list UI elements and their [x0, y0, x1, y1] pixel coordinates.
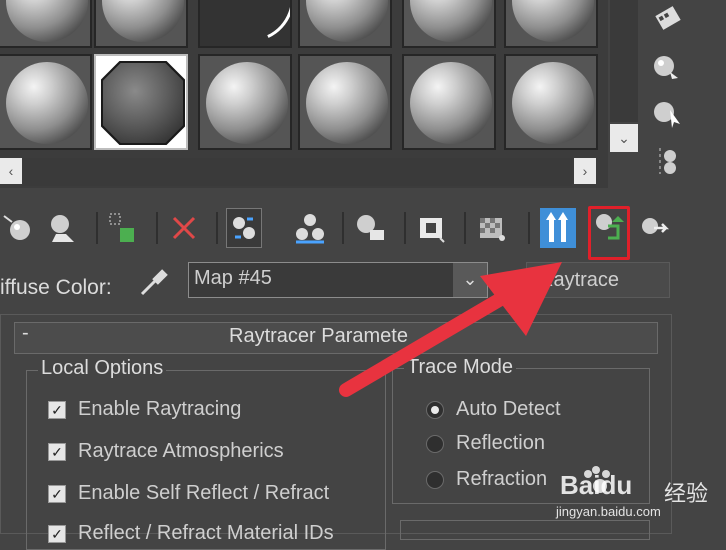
sample-sphere [512, 0, 594, 42]
show-end-result-icon[interactable] [540, 208, 576, 248]
self-reflect-label: Enable Self Reflect / Refract [78, 482, 330, 504]
toolbar-separator [342, 212, 344, 244]
toolbar-separator [156, 212, 158, 244]
refraction-label: Refraction [456, 468, 548, 490]
sample-sphere [410, 62, 492, 144]
next-group [400, 520, 650, 540]
sample-slot[interactable] [504, 0, 598, 48]
watermark-cn: 经验 [664, 481, 709, 506]
sample-sphere [206, 62, 288, 144]
sample-slot[interactable] [402, 0, 496, 48]
map-name-text: Map #45 [194, 267, 272, 289]
material-id-icon[interactable] [414, 208, 450, 248]
watermark-url: jingyan.baidu.com [556, 504, 661, 519]
toolbar-separator [404, 212, 406, 244]
assign-to-selection-icon[interactable] [104, 208, 140, 248]
sample-slot[interactable] [298, 54, 392, 150]
make-unique-icon[interactable] [226, 208, 262, 248]
active-sample-frame [101, 61, 185, 145]
background-icon[interactable] [650, 98, 684, 128]
sample-slot-active[interactable] [94, 54, 188, 150]
sample-slot[interactable] [298, 0, 392, 48]
sample-sphere [306, 0, 388, 42]
sample-sphere [512, 62, 594, 144]
scroll-down-icon[interactable]: ⌄ [610, 124, 638, 152]
show-in-viewport-icon[interactable] [474, 208, 510, 248]
sample-type-icon[interactable] [650, 4, 684, 34]
raytrace-atmospherics-label: Raytrace Atmospherics [78, 440, 284, 462]
enable-raytracing-checkbox[interactable]: ✓ [48, 401, 66, 419]
sample-sphere [102, 0, 184, 42]
sample-slot-reflect[interactable] [198, 0, 292, 48]
enable-raytracing-label: Enable Raytracing [78, 398, 242, 420]
get-material-icon[interactable] [0, 208, 36, 248]
sample-slot[interactable] [0, 0, 92, 48]
sample-slot[interactable] [402, 54, 496, 150]
raytrace-atmospherics-checkbox[interactable]: ✓ [48, 443, 66, 461]
collapse-icon[interactable]: - [22, 322, 29, 345]
sample-sphere [6, 0, 88, 42]
delete-icon[interactable] [166, 208, 202, 248]
sample-slot[interactable] [198, 54, 292, 150]
put-to-scene-icon[interactable] [44, 208, 80, 248]
reflect-sphere [200, 0, 290, 46]
eyedropper-icon[interactable] [138, 266, 172, 296]
sample-uv-icon[interactable] [650, 146, 684, 176]
material-ids-checkbox[interactable]: ✓ [48, 525, 66, 543]
backlight-icon[interactable] [650, 52, 684, 82]
sample-slot[interactable] [504, 54, 598, 150]
sample-sphere [6, 62, 88, 144]
reflection-radio[interactable] [426, 435, 444, 453]
reflection-label: Reflection [456, 432, 545, 454]
watermark-brand: Baidu [560, 470, 632, 501]
copy-material-icon[interactable] [292, 208, 328, 248]
put-to-library-icon[interactable] [352, 208, 388, 248]
toolbar-separator [216, 212, 218, 244]
scroll-right-icon[interactable]: › [574, 158, 596, 184]
watermark-brand-2: du [600, 470, 633, 500]
active-sample-sphere [103, 63, 183, 143]
sample-sphere [410, 0, 492, 42]
horizontal-scrollbar[interactable] [22, 158, 572, 186]
highlight-box [588, 206, 630, 260]
sample-slot[interactable] [0, 54, 92, 150]
go-forward-icon[interactable] [636, 208, 672, 248]
vertical-scrollbar[interactable] [610, 0, 638, 122]
self-reflect-checkbox[interactable]: ✓ [48, 485, 66, 503]
scroll-left-icon[interactable]: ‹ [0, 158, 22, 184]
auto-detect-radio[interactable] [426, 401, 444, 419]
toolbar-separator [464, 212, 466, 244]
sample-sphere [306, 62, 388, 144]
local-options-title: Local Options [38, 357, 167, 380]
toolbar-separator [96, 212, 98, 244]
toolbar-separator [528, 212, 530, 244]
watermark-brand-1: Bai [560, 470, 601, 500]
annotation-arrow [339, 262, 562, 397]
refraction-radio[interactable] [426, 471, 444, 489]
sample-slot[interactable] [94, 0, 188, 48]
diffuse-color-label: iffuse Color: [0, 276, 112, 299]
